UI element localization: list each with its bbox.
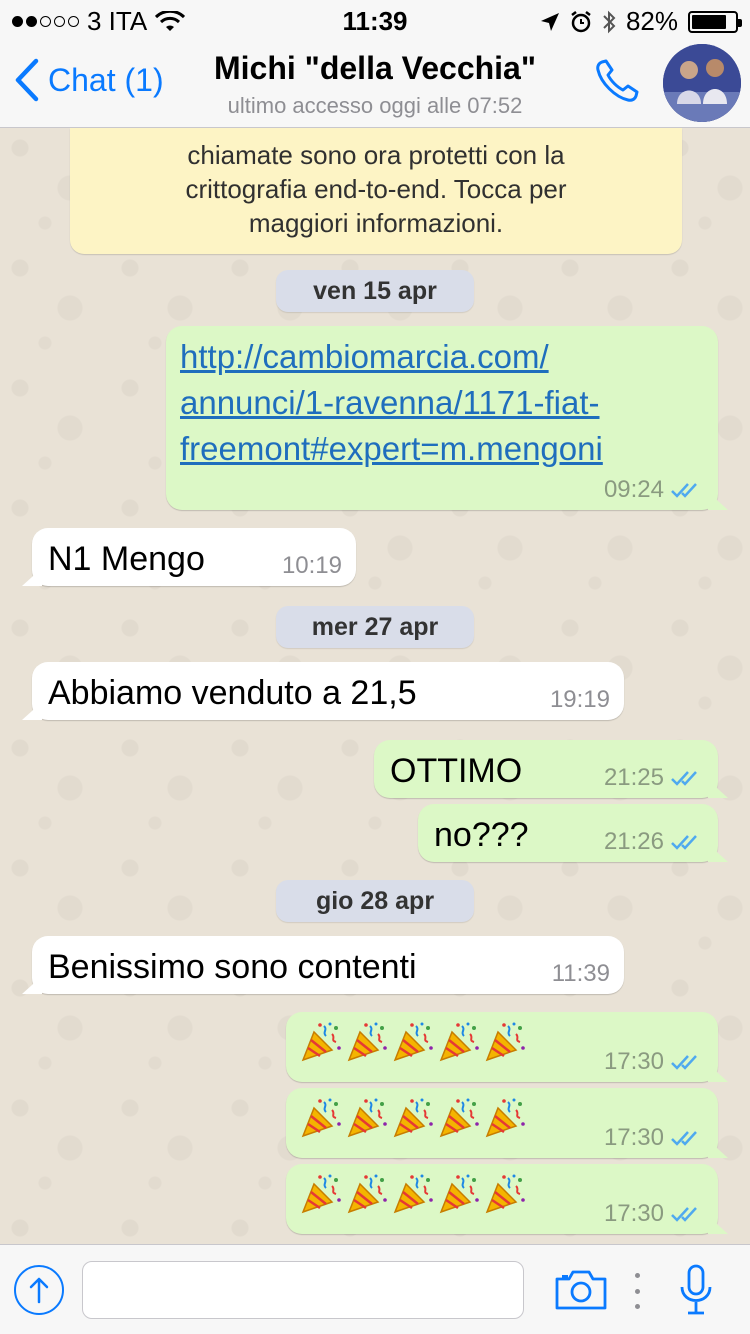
chevron-left-icon [15,58,39,102]
message-meta: 21:25 [604,764,704,792]
link-line: http://cambiomarcia.com/ [180,338,549,375]
share-upload-icon [29,1277,49,1304]
notice-line: chiamate sono ora protetti con la [187,140,565,170]
party-popper-icon [301,1098,341,1138]
back-button-label: Chat (1) [48,61,164,98]
message-meta: 19:19 [550,686,610,714]
party-popper-icon [485,1022,525,1062]
conversation-header: Chat (1) Michi "della Vecchia" ultimo ac… [0,40,750,128]
message-text: OTTIMO [390,752,523,790]
more-options-icon[interactable] [632,1273,642,1309]
message-time: 21:26 [603,828,664,855]
bluetooth-icon [603,10,616,33]
message-meta: 21:26 [604,828,704,856]
message-time: 17:30 [603,1200,664,1227]
party-popper-icon [485,1174,525,1214]
message-input[interactable] [82,1261,524,1319]
last-seen-status: ultimo accesso oggi alle 07:52 [227,93,523,118]
microphone-icon[interactable] [676,1263,716,1317]
read-ticks-icon [671,835,697,850]
message-meta: 11:39 [552,960,610,988]
message-text: Abbiamo venduto a 21,5 [48,674,417,712]
message-time: 10:19 [281,552,342,579]
message-link[interactable]: http://cambiomarcia.com/ annunci/1-raven… [180,334,603,472]
message-time: 19:19 [549,686,610,713]
date-separator: ven 15 apr [276,270,474,312]
message-bubble-outgoing[interactable]: 17:30 [286,1164,718,1234]
date-separator: mer 27 apr [276,606,474,648]
message-bubble-incoming[interactable]: Benissimo sono contenti 11:39 [32,936,624,994]
message-text: no??? [434,816,529,854]
avatar-photo [663,44,741,122]
message-bubble-outgoing[interactable]: 17:30 [286,1012,718,1082]
phone-icon[interactable] [592,56,642,106]
emoji-row [300,1098,526,1138]
message-time: 17:30 [603,1048,664,1075]
date-separator: gio 28 apr [276,880,474,922]
contact-info[interactable]: Michi "della Vecchia" ultimo accesso ogg… [170,50,580,119]
party-popper-icon [347,1174,387,1214]
read-ticks-icon [671,1131,697,1146]
party-popper-icon [393,1174,433,1214]
party-popper-icon [439,1022,479,1062]
link-line: freemont#expert=m.mengoni [180,430,603,467]
message-meta: 17:30 [604,1124,704,1152]
battery-fill [692,14,727,29]
notice-line: crittografia end-to-end. Tocca per [185,174,567,204]
battery-percent: 82% [625,6,678,36]
notice-line: maggiori informazioni. [248,208,504,238]
read-ticks-icon [671,1055,697,1070]
back-button[interactable]: Chat (1) [14,58,164,102]
contact-name: Michi "della Vecchia" [213,50,537,86]
read-ticks-icon [671,771,697,786]
link-line: annunci/1-ravenna/1171-fiat- [180,384,600,421]
message-bubble-outgoing[interactable]: http://cambiomarcia.com/ annunci/1-raven… [166,326,718,510]
message-bubble-incoming[interactable]: N1 Mengo 10:19 [32,528,356,586]
read-ticks-icon [671,483,697,498]
party-popper-icon [439,1174,479,1214]
message-time: 17:30 [603,1124,664,1151]
share-button[interactable] [14,1265,64,1315]
party-popper-icon [393,1098,433,1138]
read-ticks-icon [671,1207,697,1222]
party-popper-icon [347,1022,387,1062]
avatar[interactable] [663,44,741,122]
message-meta: 17:30 [604,1200,704,1228]
party-popper-icon [393,1022,433,1062]
message-meta: 10:19 [282,552,342,580]
encryption-notice[interactable]: chiamate sono ora protetti con la critto… [70,128,682,254]
message-time: 11:39 [551,960,610,987]
battery-icon [688,10,742,33]
party-popper-icon [485,1098,525,1138]
emoji-row [300,1174,526,1214]
input-bar [0,1244,750,1334]
location-arrow-icon [540,12,559,31]
party-popper-icon [301,1022,341,1062]
message-time: 21:25 [603,764,664,791]
message-bubble-outgoing[interactable]: 17:30 [286,1088,718,1158]
party-popper-icon [439,1098,479,1138]
message-text: Benissimo sono contenti [48,948,417,986]
party-popper-icon [301,1174,341,1214]
message-bubble-incoming[interactable]: Abbiamo venduto a 21,5 19:19 [32,662,624,720]
chat-area[interactable]: chiamate sono ora protetti con la critto… [0,128,750,1244]
status-bar: 3 ITA 11:39 82% [0,0,750,40]
message-bubble-outgoing[interactable]: no??? 21:26 [418,804,718,862]
camera-icon[interactable] [554,1267,608,1311]
status-right-group: 82% [540,6,742,37]
message-meta: 17:30 [604,1048,704,1076]
emoji-row [300,1022,526,1062]
message-time: 09:24 [603,476,664,503]
message-bubble-outgoing[interactable]: OTTIMO 21:25 [374,740,718,798]
message-text: N1 Mengo [48,540,205,578]
message-meta: 09:24 [604,476,704,504]
alarm-icon [571,10,591,32]
party-popper-icon [347,1098,387,1138]
